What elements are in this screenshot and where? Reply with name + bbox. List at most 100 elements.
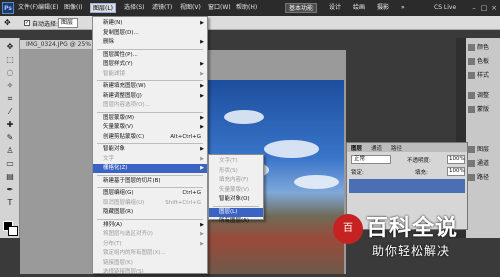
menu-separator [213,205,259,207]
rasterize-menu-item-0: 文字(T) [209,157,263,166]
options-bar: ✥ ✓ 自动选择: 图层 [0,16,500,30]
crop-icon[interactable]: ⌗ [4,94,16,104]
type-icon[interactable]: T [4,198,16,208]
layer-menu-item-2[interactable]: 删除 ▶ [93,38,207,47]
panel-paths[interactable]: 路径 [468,172,500,184]
move-icon[interactable]: ✥ [4,42,16,52]
menu-separator [97,48,203,50]
submenu-arrow-icon: ▶ [200,70,204,77]
tab-paths[interactable]: 路径 [391,144,402,152]
layer-menu-item-6[interactable]: 新建填充图层(W) ▶ [93,82,207,91]
auto-select-checkbox[interactable]: ✓ [24,20,30,26]
rasterize-menu-item-1: 形状(S) [209,167,263,176]
workspace-more-button[interactable]: » [398,3,408,13]
workspace-essentials-button[interactable]: 基本功能 [285,3,318,13]
minimize-icon[interactable]: – [470,4,478,12]
menu-layer[interactable]: 图层(L) [90,3,117,13]
menu-item-label: 排列(A) [103,221,123,228]
submenu-arrow-icon: ▶ [200,231,204,237]
panel-dock [466,38,500,238]
menu-item-label: 取消图层编组(U) [103,199,145,206]
watermark-subtitle: 助你轻松解决 [372,244,451,258]
layer-row[interactable] [349,179,465,193]
menu-view[interactable]: 视图(V) [178,3,203,13]
layer-menu-item-18[interactable]: 隐藏图层(R) [93,208,207,217]
panel-styles[interactable]: 样式 [468,70,500,82]
rasterize-menu-item-5[interactable]: 图层(L) [209,207,263,217]
eraser-icon[interactable]: ▭ [4,159,16,169]
menu-item-shortcut: Ctrl+G [182,190,201,196]
workspace-design-button[interactable]: 设计 [326,3,344,13]
panel-masks[interactable]: 蒙版 [468,104,500,116]
fill-field[interactable]: 100% [447,167,465,176]
cs-live-button[interactable]: CS Live [434,3,468,13]
watermark-logo: 百 [333,214,363,244]
brush-icon[interactable]: ✎ [4,133,16,143]
menu-image[interactable]: 图像(I) [62,3,84,13]
layer-menu-item-13: 文字 ▶ [93,155,207,164]
menu-separator [97,80,203,81]
rasterize-menu-item-4[interactable]: 智能对象(O) [209,195,263,204]
rasterize-menu-item-6[interactable]: 所有图层(A) [209,217,263,226]
pen-icon[interactable]: ✒ [4,185,16,195]
layer-menu-item-3[interactable]: 图层属性(P)... [93,51,207,60]
menu-item-label: 隐藏图层(R) [103,209,134,215]
submenu-arrow-icon: ▶ [200,146,204,152]
menu-separator [97,143,203,144]
layer-menu-item-11[interactable]: 创建剪贴蒙版(C) Alt+Ctrl+G [93,133,207,142]
workspace-painting-button[interactable]: 绘画 [350,3,368,13]
layer-menu-item-24: 选择链接图层(S) [93,268,207,277]
menu-help[interactable]: 帮助(H) [234,3,259,13]
layer-menu-item-8: 图层内容选项(O)... [93,101,207,110]
menu-edit[interactable]: 编辑(E) [36,3,60,13]
marquee-icon[interactable]: ⬚ [4,55,16,65]
workspace-photography-button[interactable]: 摄影 [374,3,392,13]
menu-item-label: 选择链接图层(S) [103,269,144,275]
lasso-icon[interactable]: ◌ [4,68,16,78]
layer-menu-item-4[interactable]: 图层样式(Y) ▶ [93,60,207,69]
opacity-field[interactable]: 100% [447,155,465,164]
panel-layers[interactable]: 图层 [468,144,500,156]
layer-menu-item-0[interactable]: 新建(N) ▶ [93,19,207,28]
background-color-swatch[interactable] [8,226,18,236]
clone-stamp-icon[interactable]: ♙ [4,146,16,156]
menu-item-label: 矢量蒙版(V) [103,124,134,130]
menu-select[interactable]: 选择(S) [122,3,147,13]
layer-menu-item-15[interactable]: 新建基于图层的切片(B) [93,177,207,186]
menu-item-label: 新建基于图层的切片(B) [103,177,161,184]
submenu-arrow-icon: ▶ [200,83,204,89]
layer-menu-item-16[interactable]: 图层编组(G) Ctrl+G [93,189,207,198]
panel-channels[interactable]: 通道 [468,158,500,170]
maximize-icon[interactable]: □ [480,4,488,12]
eyedropper-icon[interactable]: ⁄ [4,107,16,117]
layer-menu-item-7[interactable]: 新建调整图层(J) ▶ [93,92,207,101]
menu-separator [97,218,203,220]
layer-menu-item-1[interactable]: 复制图层(D)... [93,29,207,38]
menu-item-label: 图层蒙版(M) [103,114,135,121]
menu-separator [97,111,203,113]
menu-window[interactable]: 窗口(W) [206,3,233,13]
panel-color[interactable]: 颜色 [468,42,500,54]
layer-menu-item-14[interactable]: 栅格化(Z) ▶ [93,164,207,173]
panel-swatches[interactable]: 色板 [468,56,500,68]
healing-brush-icon[interactable]: ✚ [4,120,16,130]
tab-layers[interactable]: 图层 [351,144,362,152]
layer-menu-item-10[interactable]: 矢量蒙版(V) ▶ [93,123,207,132]
color-icon [468,44,475,51]
menu-filter[interactable]: 滤镜(T) [150,3,174,13]
layer-menu-item-12[interactable]: 智能对象 ▶ [93,145,207,154]
layer-menu-item-23: 链接图层(K) [93,259,207,268]
menu-separator [97,174,203,176]
move-tool-icon[interactable]: ✥ [4,18,16,28]
blend-mode-select[interactable]: 正常 [351,155,391,164]
layer-menu-item-19[interactable]: 排列(A) ▶ [93,221,207,230]
menu-item-label: 复制图层(D)... [103,29,139,36]
auto-select-dropdown[interactable]: 图层 [58,18,78,28]
tab-channels[interactable]: 通道 [371,144,382,152]
layer-menu-item-21: 分布(T) ▶ [93,240,207,249]
panel-adjustments[interactable]: 调整 [468,90,500,102]
close-icon[interactable]: × [490,4,498,12]
gradient-icon[interactable]: ▤ [4,172,16,182]
layer-menu-item-9[interactable]: 图层蒙版(M) ▶ [93,114,207,123]
magic-wand-icon[interactable]: ✧ [4,81,16,91]
